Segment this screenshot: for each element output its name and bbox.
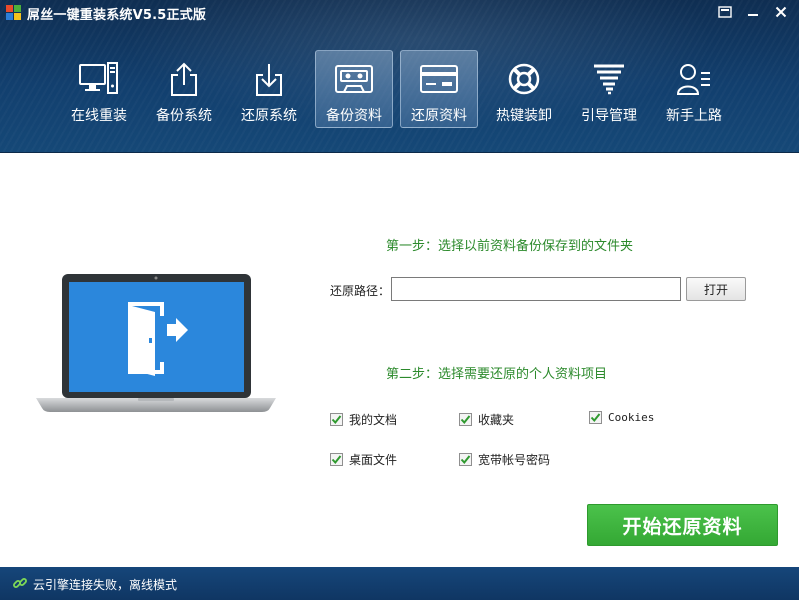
app-logo-icon [6,5,22,21]
card-icon [419,61,459,97]
checkbox-favorites[interactable]: 收藏夹 [459,411,514,428]
laptop-illustration [36,272,276,414]
toolbar-hotkey-install[interactable]: 热键装卸 [485,50,563,128]
toolbar-backup-data[interactable]: 备份资料 [315,50,393,128]
checkbox-label: 我的文档 [349,413,398,427]
computer-icon [79,61,119,97]
minimize-icon[interactable] [739,2,767,22]
checkbox-label: Cookies [608,411,655,424]
toolbar-label: 还原资料 [411,108,467,124]
toolbar-label: 备份资料 [326,108,382,124]
checkbox-label: 宽带帐号密码 [478,453,551,467]
header: 屌丝一键重装系统V5.5正式版 在线重装 备份系统 还原系统 备份资料 还原资料… [0,0,799,153]
checkmark-icon[interactable] [459,413,472,426]
toolbar-restore-data[interactable]: 还原资料 [400,50,478,128]
toolbar-online-reinstall[interactable]: 在线重装 [60,50,138,128]
upload-icon [164,61,204,97]
restore-path-input[interactable] [391,277,681,301]
checkbox-label: 收藏夹 [478,413,515,427]
step2-heading: 第二步：选择需要还原的个人资料项目 [386,367,608,382]
toolbar-label: 新手上路 [666,108,722,124]
close-icon[interactable] [767,2,795,22]
link-icon [12,575,28,591]
toolbar-restore-system[interactable]: 还原系统 [230,50,308,128]
checkbox-desktop-files[interactable]: 桌面文件 [330,451,397,468]
checkmark-icon[interactable] [330,413,343,426]
restore-path-label: 还原路径： [330,284,391,298]
checkbox-broadband-account[interactable]: 宽带帐号密码 [459,451,550,468]
menu-icon[interactable] [711,2,739,22]
toolbar-boot-manager[interactable]: 引导管理 [570,50,648,128]
user-list-icon [674,61,714,97]
toolbar-label: 还原系统 [241,108,297,124]
window-title: 屌丝一键重装系统V5.5正式版 [27,8,207,23]
open-button[interactable]: 打开 [686,277,746,301]
toolbar-label: 在线重装 [71,108,127,124]
status-text: 云引擎连接失败，离线模式 [33,578,178,592]
window-controls [711,2,795,22]
checkbox-my-documents[interactable]: 我的文档 [330,411,397,428]
download-icon [249,61,289,97]
toolbar-backup-system[interactable]: 备份系统 [145,50,223,128]
lifebuoy-icon [504,61,544,97]
checkmark-icon[interactable] [459,453,472,466]
toolbar-label: 引导管理 [581,108,637,124]
toolbar-label: 热键装卸 [496,108,552,124]
checkmark-icon[interactable] [589,411,602,424]
toolbar-label: 备份系统 [156,108,212,124]
watermark-logo [646,540,796,598]
tornado-icon [589,61,629,97]
main-toolbar: 在线重装 备份系统 还原系统 备份资料 还原资料 热键装卸 引导管理 新手上路 [60,50,740,130]
checkbox-label: 桌面文件 [349,453,398,467]
toolbar-beginner-guide[interactable]: 新手上路 [655,50,733,128]
cassette-icon [334,61,374,97]
step1-heading: 第一步：选择以前资料备份保存到的文件夹 [386,239,634,254]
checkmark-icon[interactable] [330,453,343,466]
checkbox-cookies[interactable]: Cookies [589,411,654,424]
title-bar[interactable]: 屌丝一键重装系统V5.5正式版 [0,0,799,26]
